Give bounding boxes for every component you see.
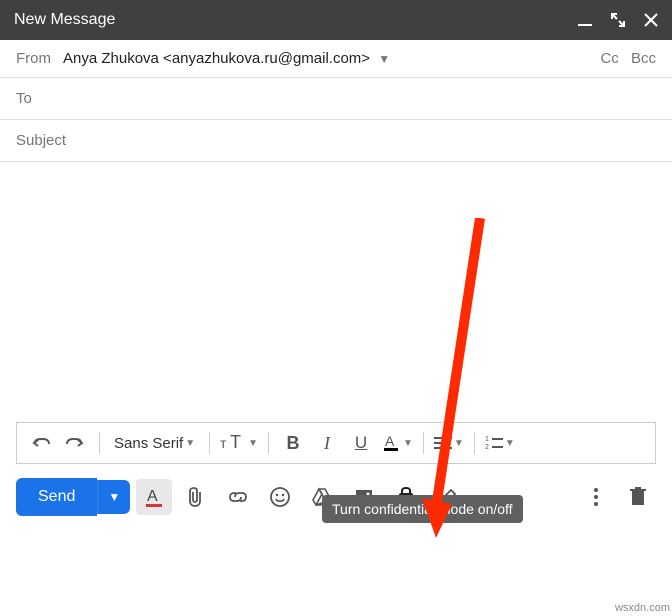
italic-button[interactable]: I — [313, 429, 341, 457]
undo-icon[interactable] — [27, 429, 55, 457]
from-dropdown-icon[interactable]: ▼ — [378, 52, 390, 66]
attach-icon[interactable] — [178, 479, 214, 515]
align-icon[interactable]: ▼ — [434, 429, 464, 457]
to-label: To — [16, 90, 32, 107]
window-controls — [578, 12, 658, 28]
chevron-down-icon: ▼ — [248, 438, 258, 449]
emoji-icon[interactable] — [262, 479, 298, 515]
svg-text:A: A — [385, 433, 395, 449]
from-row: From Anya Zhukova <anyazhukova.ru@gmail.… — [0, 40, 672, 78]
watermark: wsxdn.com — [615, 602, 670, 614]
bold-button[interactable]: B — [279, 429, 307, 457]
trash-icon[interactable] — [620, 479, 656, 515]
chevron-down-icon: ▼ — [185, 438, 195, 449]
divider — [209, 432, 210, 454]
font-size-icon[interactable]: тT ▼ — [220, 429, 258, 457]
font-picker[interactable]: Sans Serif ▼ — [110, 429, 199, 457]
redo-icon[interactable] — [61, 429, 89, 457]
more-options-icon[interactable] — [578, 479, 614, 515]
send-button-group: Send ▼ — [16, 478, 130, 516]
minimize-icon[interactable] — [578, 13, 592, 27]
divider — [423, 432, 424, 454]
svg-text:1: 1 — [485, 436, 489, 443]
svg-text:т: т — [220, 435, 227, 451]
tooltip: Turn confidential mode on/off — [322, 495, 523, 523]
divider — [99, 432, 100, 454]
subject-row — [0, 120, 672, 162]
message-body[interactable] — [0, 162, 672, 422]
chevron-down-icon: ▼ — [454, 438, 464, 449]
window-title: New Message — [14, 11, 115, 29]
bcc-button[interactable]: Bcc — [631, 50, 656, 67]
svg-text:T: T — [230, 434, 241, 452]
compose-area: From Anya Zhukova <anyazhukova.ru@gmail.… — [0, 40, 672, 422]
chevron-down-icon: ▼ — [403, 438, 413, 449]
svg-text:2: 2 — [485, 444, 489, 450]
from-value[interactable]: Anya Zhukova <anyazhukova.ru@gmail.com> … — [63, 50, 592, 67]
subject-input[interactable] — [16, 132, 656, 149]
to-row[interactable]: To — [0, 78, 672, 120]
list-icon[interactable]: 12 ▼ — [485, 429, 515, 457]
close-icon[interactable] — [644, 13, 658, 27]
text-color-icon[interactable]: A ▼ — [381, 429, 413, 457]
underline-button[interactable]: U — [347, 429, 375, 457]
window-header: New Message — [0, 0, 672, 40]
expand-icon[interactable] — [610, 12, 626, 28]
chevron-down-icon: ▼ — [505, 438, 515, 449]
divider — [474, 432, 475, 454]
divider — [268, 432, 269, 454]
link-icon[interactable] — [220, 479, 256, 515]
cc-button[interactable]: Cc — [600, 50, 618, 67]
svg-text:A: A — [147, 488, 158, 505]
send-options-button[interactable]: ▼ — [97, 480, 130, 514]
formatting-options-icon[interactable]: A — [136, 479, 172, 515]
from-label: From — [16, 50, 51, 67]
formatting-toolbar: Sans Serif ▼ тT ▼ B I U A ▼ ▼ 12 ▼ — [16, 422, 656, 464]
send-button[interactable]: Send — [16, 478, 97, 516]
